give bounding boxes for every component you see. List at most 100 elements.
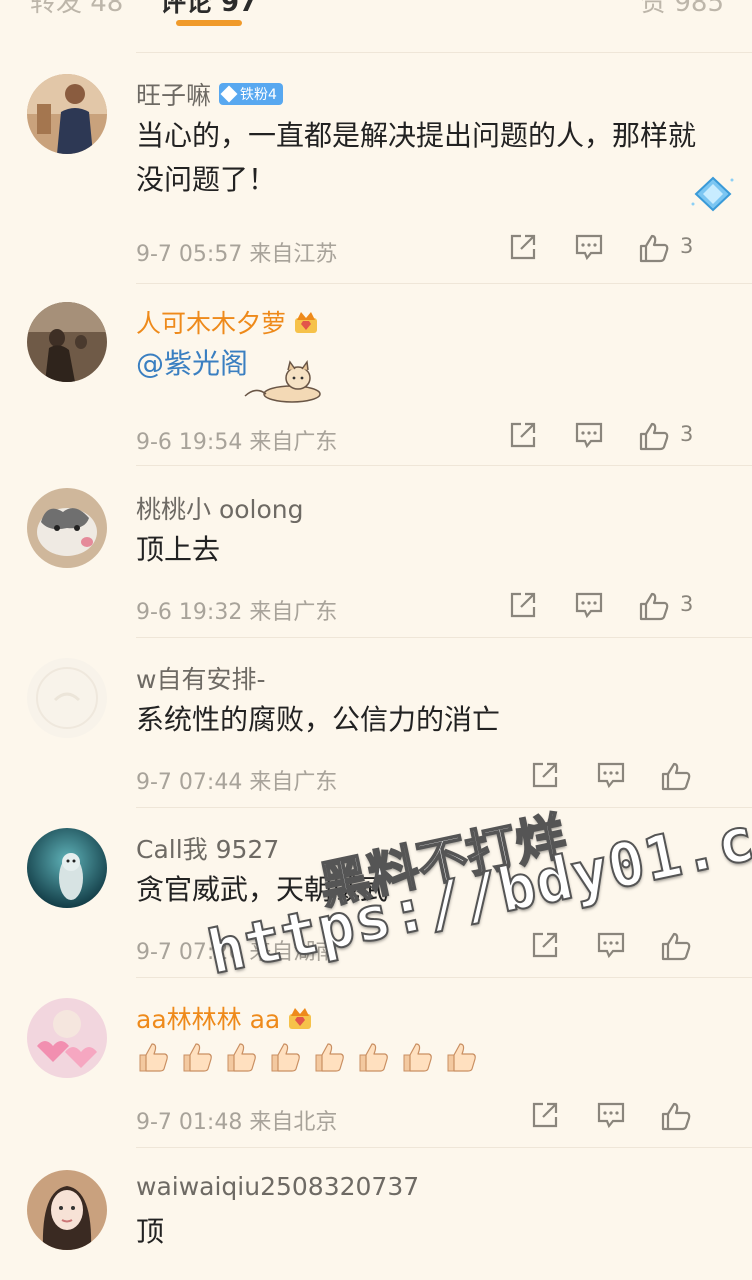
- share-button[interactable]: [508, 232, 538, 264]
- like-icon: [639, 592, 669, 621]
- reply-button[interactable]: [596, 1100, 626, 1132]
- avatar[interactable]: [27, 74, 107, 154]
- timestamp: 9-6 19:32: [136, 600, 243, 625]
- username[interactable]: Call我 9527: [136, 830, 279, 866]
- username[interactable]: w自有安排-: [136, 660, 265, 696]
- tab-likes[interactable]: 赞 985: [640, 0, 724, 19]
- vip-crown-icon: [295, 312, 318, 333]
- location: 来自广东: [249, 430, 338, 455]
- comment-item: 人可木木夕萝 @紫光阁 9-6 19:54 来自广东 3: [0, 302, 752, 466]
- share-icon: [532, 932, 558, 958]
- username-text[interactable]: 旺子嘛: [136, 76, 211, 112]
- comment-icon: [597, 1102, 625, 1129]
- thumbs-up-emoji-icon: [444, 1040, 478, 1074]
- avatar[interactable]: [27, 488, 107, 568]
- username[interactable]: 旺子嘛 铁粉4: [136, 76, 283, 112]
- vip-crown-icon: [289, 1008, 312, 1029]
- username[interactable]: 人可木木夕萝: [136, 304, 320, 340]
- avatar[interactable]: [27, 658, 107, 738]
- share-icon: [532, 762, 558, 788]
- like-button[interactable]: [638, 232, 670, 264]
- username-text[interactable]: 桃桃小 oolong: [136, 490, 304, 526]
- username-text[interactable]: aa林林林 aa: [136, 1000, 280, 1036]
- comment-text: 当心的，一直都是解决提出问题的人，那样就没问题了！: [136, 119, 697, 196]
- diamond-icon: [220, 85, 238, 103]
- comment-actions: [492, 1100, 752, 1136]
- thumbs-up-emoji-icon: [356, 1040, 390, 1074]
- thumbs-up-emoji-icon: [136, 1040, 170, 1074]
- avatar[interactable]: [27, 828, 107, 908]
- timestamp: 9-7 07:44: [136, 770, 243, 795]
- like-button[interactable]: [660, 1100, 692, 1132]
- location: 来自广东: [249, 770, 338, 795]
- like-icon: [661, 1102, 691, 1131]
- tab-comments[interactable]: 评论 97: [160, 0, 257, 19]
- thumbs-up-emoji-icon: [224, 1040, 258, 1074]
- comment-icon: [575, 234, 603, 261]
- username-text[interactable]: 人可木木夕萝: [136, 304, 286, 340]
- reply-button[interactable]: [574, 420, 604, 452]
- comment-text: 顶: [136, 1215, 165, 1248]
- like-icon: [639, 234, 669, 263]
- comment-item: 桃桃小 oolong 顶上去 9-6 19:32 来自广东 3: [0, 488, 752, 638]
- comment-icon: [597, 932, 625, 959]
- thumbs-up-emoji-icon: [400, 1040, 434, 1074]
- username-text[interactable]: waiwaiqiu2508320737: [136, 1172, 419, 1201]
- comment-tabs: 转发 48 评论 97 赞 985: [0, 0, 752, 53]
- username-text[interactable]: w自有安排-: [136, 660, 265, 696]
- like-button[interactable]: [660, 930, 692, 962]
- divider: [136, 465, 752, 466]
- comment-actions: [492, 930, 752, 966]
- avatar[interactable]: [27, 302, 107, 382]
- comment-meta: 9-6 19:54 来自广东: [136, 424, 337, 456]
- reply-button[interactable]: [574, 590, 604, 622]
- fan-badge: 铁粉4: [219, 83, 283, 105]
- dog-sticker-icon: [244, 360, 321, 403]
- reply-button[interactable]: [574, 232, 604, 264]
- divider: [136, 1147, 752, 1148]
- username[interactable]: waiwaiqiu2508320737: [136, 1172, 419, 1201]
- avatar[interactable]: [27, 1170, 107, 1250]
- reply-button[interactable]: [596, 760, 626, 792]
- share-button[interactable]: [530, 760, 560, 792]
- comment-icon: [575, 592, 603, 619]
- thumbs-up-emoji-icon: [180, 1040, 214, 1074]
- username[interactable]: aa林林林 aa: [136, 1000, 314, 1036]
- like-count: 3: [680, 234, 694, 258]
- location: 来自江苏: [249, 242, 338, 267]
- divider: [136, 52, 752, 53]
- share-button[interactable]: [508, 590, 538, 622]
- comment-text: @紫光阁: [136, 342, 248, 386]
- mention-link[interactable]: @紫光阁: [136, 347, 248, 380]
- like-button[interactable]: [638, 420, 670, 452]
- tab-reposts[interactable]: 转发 48: [30, 0, 123, 19]
- timestamp: 9-6 19:54: [136, 430, 243, 455]
- timestamp: 9-7 05:57: [136, 242, 243, 267]
- comment-text: 顶上去: [136, 533, 221, 566]
- comment-meta: 9-6 19:32 来自广东: [136, 594, 337, 626]
- share-icon: [510, 592, 536, 618]
- comment-item: w自有安排- 系统性的腐败，公信力的消亡 9-7 07:44 来自广东: [0, 658, 752, 808]
- share-button[interactable]: [530, 930, 560, 962]
- share-icon: [510, 234, 536, 260]
- like-button[interactable]: [660, 760, 692, 792]
- comment-meta: 9-7 01:48 来自北京: [136, 1104, 337, 1136]
- username-text[interactable]: Call我 9527: [136, 830, 279, 866]
- reply-button[interactable]: [596, 930, 626, 962]
- comment-actions: [492, 760, 752, 796]
- like-button[interactable]: [638, 590, 670, 622]
- comment-icon: [597, 762, 625, 789]
- comment-meta: 9-7 07:44 来自广东: [136, 764, 337, 796]
- avatar[interactable]: [27, 998, 107, 1078]
- emoji-row: [136, 1040, 478, 1074]
- comment-actions: 3: [492, 420, 752, 456]
- comment-item: waiwaiqiu2508320737 顶: [0, 1170, 752, 1280]
- thumbs-up-emoji-icon: [268, 1040, 302, 1074]
- share-button[interactable]: [530, 1100, 560, 1132]
- share-button[interactable]: [508, 420, 538, 452]
- username[interactable]: 桃桃小 oolong: [136, 490, 304, 526]
- divider: [136, 807, 752, 808]
- share-icon: [510, 422, 536, 448]
- like-icon: [661, 932, 691, 961]
- thumbs-up-emoji-icon: [312, 1040, 346, 1074]
